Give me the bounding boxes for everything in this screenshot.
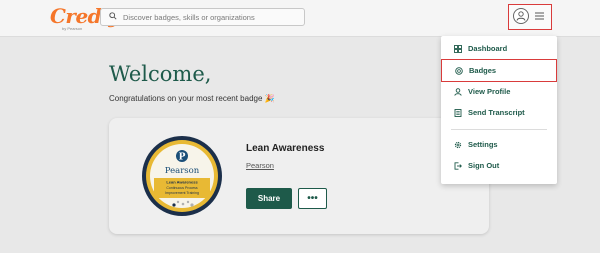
hamburger-icon bbox=[535, 12, 544, 20]
badge-image[interactable]: P Pearson Lean Awareness Continuous Proc… bbox=[141, 135, 223, 217]
menu-item-settings[interactable]: Settings bbox=[441, 134, 557, 155]
search-box[interactable] bbox=[100, 8, 305, 26]
menu-item-label: View Profile bbox=[468, 87, 511, 96]
menu-item-dashboard[interactable]: Dashboard bbox=[441, 38, 557, 59]
badge-title[interactable]: Lean Awareness bbox=[246, 143, 324, 154]
congrats-text: Congratulations on your most recent badg… bbox=[109, 94, 275, 103]
badge-line-2: Continuous Process bbox=[166, 186, 198, 190]
profile-icon bbox=[454, 87, 462, 96]
menu-item-view-profile[interactable]: View Profile bbox=[441, 81, 557, 102]
search-input[interactable] bbox=[123, 9, 303, 25]
search-icon bbox=[109, 12, 117, 20]
menu-item-label: Sign Out bbox=[468, 161, 500, 170]
user-icon bbox=[516, 11, 526, 21]
recent-badge-card: P Pearson Lean Awareness Continuous Proc… bbox=[109, 118, 489, 234]
menu-item-label: Send Transcript bbox=[468, 108, 525, 117]
menu-item-sign-out[interactable]: Sign Out bbox=[441, 155, 557, 176]
transcript-icon bbox=[454, 108, 462, 117]
issuer-link[interactable]: Pearson bbox=[246, 161, 274, 170]
dashboard-icon bbox=[454, 44, 462, 53]
menu-item-badges[interactable]: Badges bbox=[441, 59, 557, 82]
menu-item-label: Badges bbox=[469, 66, 497, 75]
svg-text:P: P bbox=[179, 153, 186, 163]
top-navigation-bar: Credly by Pearson bbox=[0, 0, 600, 37]
badge-line-3: Improvement Training bbox=[165, 191, 199, 195]
user-menu-button[interactable] bbox=[508, 4, 552, 30]
menu-item-send-transcript[interactable]: Send Transcript bbox=[441, 102, 557, 123]
avatar bbox=[513, 8, 529, 24]
gear-icon bbox=[454, 141, 462, 148]
badge-brand-text: Pearson bbox=[165, 166, 200, 176]
badge-line-1: Lean Awareness bbox=[166, 180, 198, 185]
sign-out-icon bbox=[454, 161, 462, 170]
menu-divider bbox=[451, 129, 547, 130]
share-button[interactable]: Share bbox=[246, 188, 292, 209]
more-options-button[interactable]: ••• bbox=[298, 188, 327, 209]
logo-subtitle: by Pearson bbox=[62, 26, 83, 31]
menu-item-label: Settings bbox=[468, 140, 498, 149]
badge-icon bbox=[455, 66, 463, 75]
welcome-heading: Welcome, bbox=[109, 62, 212, 86]
menu-item-label: Dashboard bbox=[468, 44, 508, 53]
user-dropdown-menu: Dashboard Badges View Profile Send Trans… bbox=[441, 36, 557, 184]
